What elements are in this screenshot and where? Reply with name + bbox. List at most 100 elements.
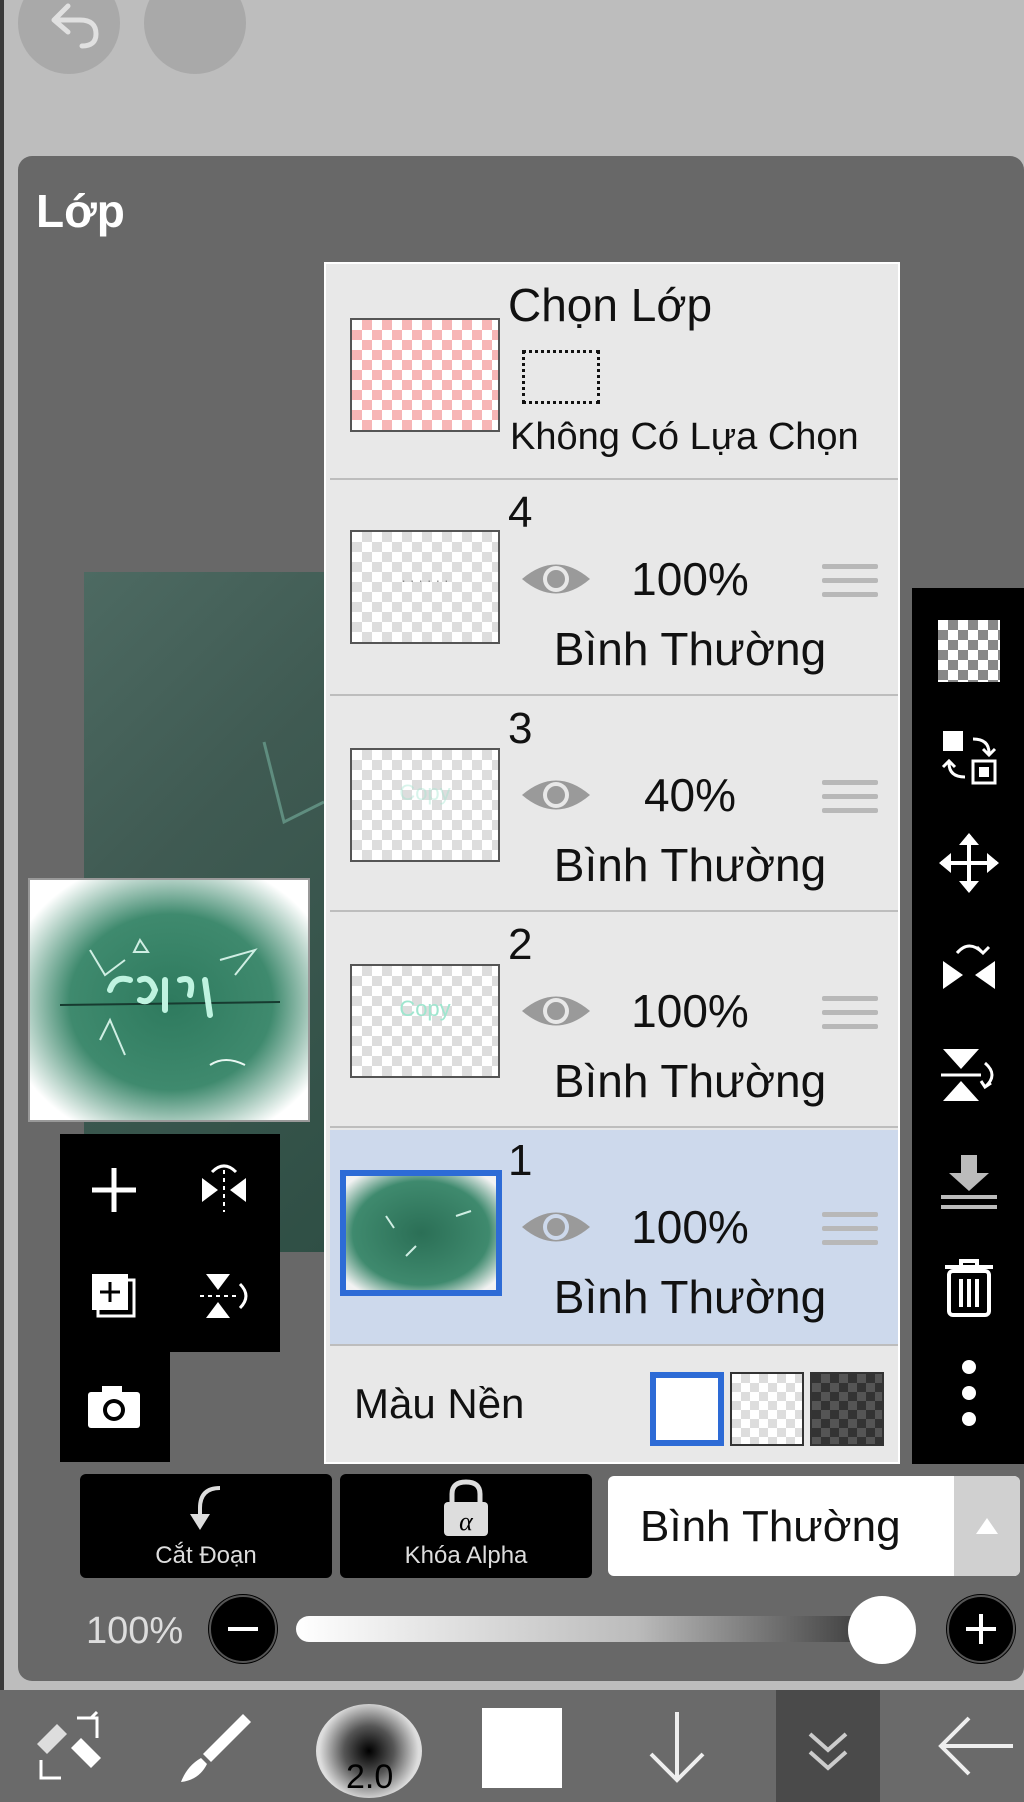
clipping-label: Cắt Đoạn <box>155 1542 257 1569</box>
layer-row-selected[interactable]: 1 100% Bình Thường <box>330 1130 898 1346</box>
layer-panel-toggle-button[interactable] <box>776 1690 880 1802</box>
swap-icon <box>941 731 997 785</box>
move-button[interactable] <box>924 818 1014 908</box>
brush-size-button[interactable]: 2.0 <box>316 1704 422 1798</box>
selection-marquee-icon <box>522 350 600 404</box>
layer-opacity: 40% <box>643 769 737 821</box>
trash-icon <box>945 1259 993 1317</box>
background-transparent-swatch[interactable] <box>730 1372 804 1446</box>
canvas-preview[interactable] <box>28 878 310 1122</box>
visibility-eye-icon[interactable] <box>518 772 594 818</box>
layer-number: 1 <box>508 1136 533 1185</box>
more-vertical-icon <box>962 1360 976 1426</box>
drag-handle-icon[interactable] <box>822 996 878 1038</box>
undo-button[interactable] <box>18 0 120 74</box>
selection-status: Không Có Lựa Chọn <box>510 416 859 458</box>
brush-icon <box>181 1714 251 1782</box>
layer-thumbnail <box>340 1170 502 1296</box>
flip-horizontal-icon <box>202 1164 246 1212</box>
drag-handle-icon[interactable] <box>822 1212 878 1254</box>
checkerboard-icon <box>938 620 1000 682</box>
transform-icon <box>37 1710 101 1780</box>
opacity-decrease-button[interactable] <box>208 1594 278 1664</box>
arrow-down-icon <box>649 1712 705 1783</box>
redo-button[interactable] <box>144 0 246 74</box>
layer-blend-mode: Bình Thường <box>553 1055 827 1107</box>
plus-icon <box>947 1595 1015 1663</box>
transparency-button[interactable] <box>924 606 1014 696</box>
minus-icon <box>209 1595 277 1663</box>
layer-blend-mode: Bình Thường <box>553 623 827 675</box>
flip-vertical-icon <box>200 1274 248 1318</box>
visibility-eye-icon[interactable] <box>518 988 594 1034</box>
layer-thumbnail-art <box>346 1176 496 1290</box>
layer-thumbnail: Copy <box>350 748 500 862</box>
brush-size-value: 2.0 <box>346 1758 394 1796</box>
drag-handle-icon[interactable] <box>822 564 878 606</box>
color-picker-button[interactable] <box>482 1708 562 1788</box>
back-button[interactable] <box>920 1690 1024 1802</box>
background-color-label: Màu Nền <box>354 1380 525 1427</box>
flip-horizontal-icon <box>943 944 995 989</box>
lock-icon: α <box>444 1479 488 1536</box>
layer-number: 2 <box>508 920 533 969</box>
blend-mode-select[interactable]: Bình Thường <box>608 1476 1020 1576</box>
bottom-toolbar: 2.0 <box>0 1690 1024 1802</box>
selection-layer-thumbnail <box>350 318 500 432</box>
layer-thumbnail: · · · · · · <box>350 530 500 644</box>
duplicate-layer-button[interactable] <box>64 1246 164 1346</box>
flip-horizontal-side-button[interactable] <box>924 924 1014 1014</box>
opacity-slider-thumb[interactable] <box>848 1596 916 1664</box>
move-icon <box>939 833 999 893</box>
alpha-lock-label: Khóa Alpha <box>404 1542 528 1569</box>
clipping-button[interactable]: Cắt Đoạn <box>80 1474 332 1578</box>
delete-layer-button[interactable] <box>924 1242 1014 1332</box>
add-layer-button[interactable] <box>64 1140 164 1240</box>
layer-side-toolbar <box>912 588 1024 1464</box>
layer-opacity: 100% <box>631 1201 749 1253</box>
camera-button[interactable] <box>64 1356 164 1456</box>
transform-tool-button[interactable] <box>14 1690 124 1802</box>
layer-opacity: 100% <box>631 985 749 1037</box>
chevron-double-down-icon <box>808 1732 848 1771</box>
background-white-swatch[interactable] <box>650 1372 724 1446</box>
layer-number: 4 <box>508 488 533 537</box>
flip-vertical-icon <box>941 1049 994 1101</box>
visibility-eye-icon[interactable] <box>518 556 594 602</box>
flip-horizontal-button[interactable] <box>174 1140 274 1240</box>
layer-row[interactable]: Copy 3 40% Bình Thường <box>330 698 898 912</box>
layer-blend-mode: Bình Thường <box>553 1271 827 1323</box>
flip-vertical-button[interactable] <box>174 1246 274 1346</box>
drag-handle-icon[interactable] <box>822 780 878 822</box>
canvas-preview-art <box>30 880 308 1120</box>
opacity-increase-button[interactable] <box>946 1594 1016 1664</box>
layer-blend-mode: Bình Thường <box>553 839 827 891</box>
layer-number: 3 <box>508 704 533 753</box>
undo-icon <box>51 3 99 49</box>
layer-down-button[interactable] <box>622 1690 732 1802</box>
background-dark-swatch[interactable] <box>810 1372 884 1446</box>
svg-text:α: α <box>459 1507 474 1536</box>
arrow-left-icon <box>938 1716 1013 1776</box>
layer-row[interactable]: · · · · · · 4 100% Bình Thường <box>330 482 898 696</box>
plus-icon <box>92 1168 136 1212</box>
left-edge <box>0 0 4 1690</box>
layer-row[interactable]: Copy 2 100% Bình Thường <box>330 914 898 1128</box>
more-options-button[interactable] <box>924 1348 1014 1438</box>
blend-mode-value: Bình Thường <box>640 1502 901 1551</box>
background-color-row: Màu Nền <box>330 1350 898 1462</box>
redo-icon <box>144 0 246 74</box>
opacity-value: 100% <box>86 1610 184 1652</box>
blend-mode-dropdown-arrow[interactable] <box>954 1476 1020 1576</box>
flip-vertical-side-button[interactable] <box>924 1030 1014 1120</box>
brush-tool-button[interactable] <box>160 1690 270 1802</box>
merge-down-button[interactable] <box>924 1136 1014 1226</box>
selection-layer-title: Chọn Lớp <box>508 279 713 331</box>
alpha-lock-button[interactable]: α Khóa Alpha <box>340 1474 592 1578</box>
opacity-slider-track[interactable] <box>296 1616 916 1642</box>
layer-list: Chọn Lớp Không Có Lựa Chọn · · · · · · 4… <box>324 262 900 1464</box>
selection-layer-row[interactable]: Chọn Lớp Không Có Lựa Chọn <box>330 266 898 480</box>
merge-down-icon <box>941 1155 997 1209</box>
visibility-eye-icon[interactable] <box>518 1204 594 1250</box>
swap-layers-button[interactable] <box>924 712 1014 802</box>
